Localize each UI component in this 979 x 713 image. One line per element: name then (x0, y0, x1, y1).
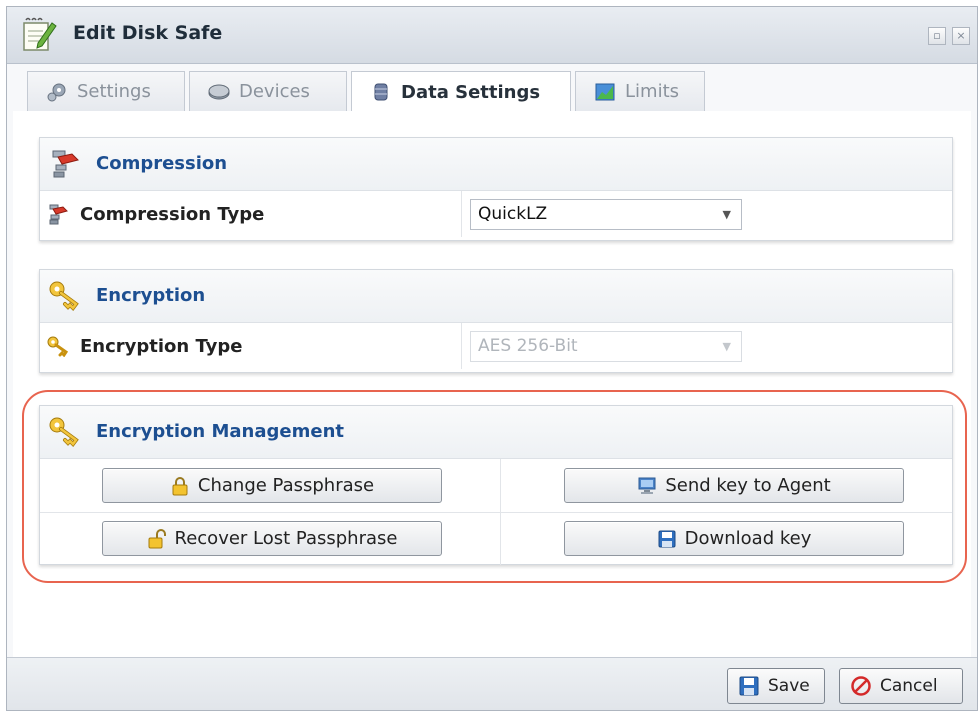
row-divider (461, 191, 462, 237)
chevron-down-icon: ▼ (722, 340, 731, 353)
key-icon (49, 417, 79, 448)
send-key-to-agent-button[interactable]: Send key to Agent (564, 468, 904, 503)
row-divider (461, 323, 462, 369)
encryption-type-value: AES 256-Bit (478, 336, 578, 356)
change-passphrase-label: Change Passphrase (197, 475, 375, 496)
chevron-down-icon: ▼ (722, 208, 731, 221)
save-label: Save (768, 676, 810, 696)
database-icon (374, 83, 388, 101)
unlock-icon (148, 528, 166, 548)
encryption-header: Encryption (40, 270, 952, 323)
compression-title: Compression (96, 153, 228, 174)
tab-devices[interactable]: Devices (189, 71, 347, 111)
tab-strip: Settings Devices Data Settings Limits (13, 63, 971, 112)
compression-small-icon (49, 204, 68, 225)
encryption-management-grid: Change Passphrase Send key to Agent Reco… (40, 459, 952, 565)
maximize-button[interactable]: ▫ (928, 27, 946, 45)
key-small-icon (47, 336, 69, 357)
grid-divider (40, 512, 952, 513)
compression-icon (52, 150, 79, 178)
lock-icon (172, 476, 188, 495)
edit-disk-safe-dialog: Edit Disk Safe ▫ × Settings Devices Data… (6, 6, 978, 711)
encryption-management-header: Encryption Management (40, 406, 952, 459)
download-key-button[interactable]: Download key (564, 521, 904, 556)
disk-icon (208, 84, 230, 99)
save-button[interactable]: Save (727, 668, 825, 704)
cancel-icon (851, 676, 871, 696)
gears-icon (47, 83, 66, 101)
cancel-label: Cancel (880, 676, 938, 696)
dialog-footer: Save Cancel (7, 657, 977, 710)
close-button[interactable]: × (952, 27, 970, 45)
tab-limits-label: Limits (625, 81, 679, 102)
floppy-disk-icon (739, 676, 759, 696)
floppy-disk-icon (658, 530, 676, 547)
tab-limits[interactable]: Limits (575, 71, 705, 111)
download-key-label: Download key (684, 528, 812, 549)
encryption-type-select[interactable]: AES 256-Bit ▼ (470, 331, 742, 362)
encryption-section: Encryption Encryption Type AES 256-Bit ▼ (39, 269, 953, 373)
change-passphrase-button[interactable]: Change Passphrase (102, 468, 442, 503)
edit-notepad-icon (23, 17, 57, 51)
encryption-type-label: Encryption Type (80, 336, 243, 357)
tab-settings[interactable]: Settings (27, 71, 185, 111)
compression-type-value: QuickLZ (478, 204, 548, 224)
tab-devices-label: Devices (239, 81, 310, 102)
encryption-type-row: Encryption Type AES 256-Bit ▼ (40, 323, 952, 369)
recover-lost-passphrase-button[interactable]: Recover Lost Passphrase (102, 521, 442, 556)
compression-type-label: Compression Type (80, 204, 265, 225)
encryption-management-section: Encryption Management Change Passphrase (39, 405, 953, 565)
tab-data-settings-label: Data Settings (401, 81, 541, 103)
compression-section: Compression Compression Type QuickLZ ▼ (39, 137, 953, 241)
data-settings-panel: Compression Compression Type QuickLZ ▼ E… (13, 111, 971, 657)
compression-header: Compression (40, 138, 952, 191)
compression-type-select[interactable]: QuickLZ ▼ (470, 199, 742, 230)
send-key-to-agent-label: Send key to Agent (665, 475, 831, 496)
chart-icon (595, 83, 615, 100)
title-bar[interactable]: Edit Disk Safe ▫ × (7, 7, 977, 64)
computer-icon (638, 477, 656, 494)
encryption-title: Encryption (96, 285, 206, 306)
encryption-management-title: Encryption Management (96, 421, 344, 442)
cancel-button[interactable]: Cancel (839, 668, 963, 704)
key-icon (49, 281, 79, 312)
recover-lost-passphrase-label: Recover Lost Passphrase (174, 528, 398, 549)
tab-data-settings[interactable]: Data Settings (351, 71, 571, 112)
dialog-title: Edit Disk Safe (73, 22, 223, 44)
tab-settings-label: Settings (77, 81, 151, 102)
compression-type-row: Compression Type QuickLZ ▼ (40, 191, 952, 237)
